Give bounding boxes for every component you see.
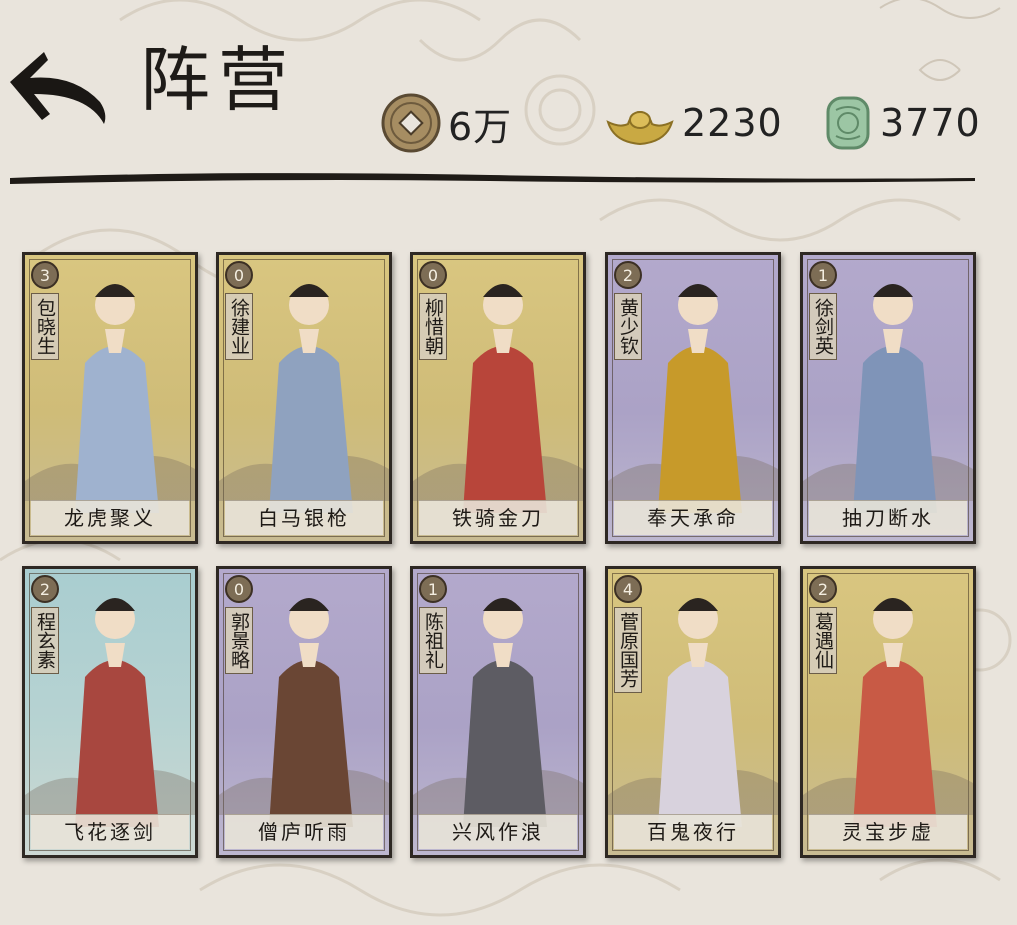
character-card[interactable]: 2 程玄素 飞花逐剑 [22, 566, 198, 858]
copper-coin-icon [381, 93, 441, 153]
character-card[interactable]: 3 包晓生 龙虎聚义 [22, 252, 198, 544]
character-skill: 铁骑金刀 [419, 500, 577, 535]
character-card[interactable]: 0 柳惜朝 铁骑金刀 [410, 252, 586, 544]
character-skill: 白马银枪 [225, 500, 383, 535]
character-name: 菅原国芳 [614, 607, 642, 693]
character-portrait [269, 598, 353, 827]
character-portrait [463, 598, 547, 827]
gold-ingot-currency: 2230 [604, 92, 783, 154]
character-name: 黄少钦 [614, 293, 642, 360]
ink-divider [10, 173, 975, 184]
character-name: 徐剑英 [809, 293, 837, 360]
character-name: 程玄素 [31, 607, 59, 674]
character-skill: 灵宝步虚 [809, 814, 967, 849]
character-card[interactable]: 2 黄少钦 奉天承命 [605, 252, 781, 544]
character-portrait [75, 284, 159, 513]
character-card[interactable]: 0 徐建业 白马银枪 [216, 252, 392, 544]
copper-coin-value: 6万 [448, 104, 513, 149]
card-count-badge: 2 [809, 575, 837, 603]
back-arrow-icon [10, 52, 106, 124]
page-title: 阵营 [140, 39, 296, 121]
gold-ingot-icon [606, 110, 674, 146]
character-portrait [853, 284, 937, 513]
character-skill: 兴风作浪 [419, 814, 577, 849]
card-count-badge: 2 [31, 575, 59, 603]
character-skill: 奉天承命 [614, 500, 772, 535]
jade-token-value: 3770 [880, 101, 981, 145]
card-count-badge: 2 [614, 261, 642, 289]
card-count-badge: 1 [809, 261, 837, 289]
character-portrait [463, 284, 547, 513]
character-card[interactable]: 0 郭景略 僧庐听雨 [216, 566, 392, 858]
character-name: 徐建业 [225, 293, 253, 360]
character-portrait [658, 284, 742, 513]
card-count-badge: 0 [419, 261, 447, 289]
character-portrait [75, 598, 159, 827]
character-name: 陈祖礼 [419, 607, 447, 674]
copper-coin-currency: 6万 [380, 92, 512, 154]
character-skill: 龙虎聚义 [31, 500, 189, 535]
character-skill: 飞花逐剑 [31, 814, 189, 849]
character-portrait [269, 284, 353, 513]
jade-token-currency: 3770 [822, 92, 981, 154]
character-name: 柳惜朝 [419, 293, 447, 360]
card-count-badge: 0 [225, 261, 253, 289]
character-skill: 抽刀断水 [809, 500, 967, 535]
character-card[interactable]: 4 菅原国芳 百鬼夜行 [605, 566, 781, 858]
character-portrait [658, 598, 742, 827]
card-count-badge: 0 [225, 575, 253, 603]
character-skill: 僧庐听雨 [225, 814, 383, 849]
back-button[interactable] [4, 44, 112, 128]
character-skill: 百鬼夜行 [614, 814, 772, 849]
card-count-badge: 4 [614, 575, 642, 603]
gold-ingot-value: 2230 [682, 101, 783, 145]
character-name: 郭景略 [225, 607, 253, 674]
character-card[interactable]: 2 葛遇仙 灵宝步虚 [800, 566, 976, 858]
character-card[interactable]: 1 徐剑英 抽刀断水 [800, 252, 976, 544]
character-card[interactable]: 1 陈祖礼 兴风作浪 [410, 566, 586, 858]
card-count-badge: 1 [419, 575, 447, 603]
character-name: 葛遇仙 [809, 607, 837, 674]
character-name: 包晓生 [31, 293, 59, 360]
card-count-badge: 3 [31, 261, 59, 289]
character-portrait [853, 598, 937, 827]
jade-token-icon [826, 96, 870, 150]
